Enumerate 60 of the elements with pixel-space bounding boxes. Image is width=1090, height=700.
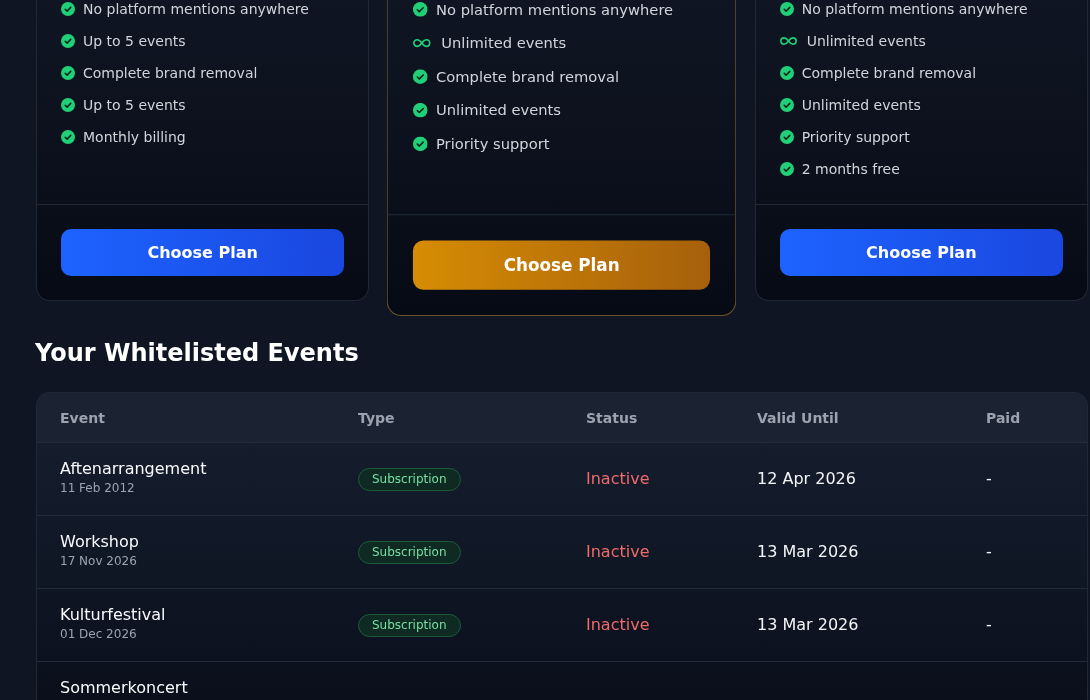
feature-text: Complete brand removal xyxy=(83,64,258,82)
feature-text: No platform mentions anywhere xyxy=(83,0,309,18)
status-text: Inactive xyxy=(586,469,650,489)
check-icon xyxy=(61,130,75,144)
infinity-icon xyxy=(779,36,797,46)
check-icon xyxy=(61,2,75,16)
check-icon xyxy=(779,130,794,144)
paid-value: - xyxy=(986,615,992,635)
event-date: 11 Feb 2012 xyxy=(60,481,135,496)
type-badge: Subscription xyxy=(358,613,461,637)
check-icon xyxy=(413,69,428,84)
valid-until-date: 13 Mar 2026 xyxy=(757,615,859,635)
valid-until-date: 13 Mar 2026 xyxy=(757,542,859,562)
column-header: Type xyxy=(358,408,395,427)
feature-text: Monthly billing xyxy=(83,128,186,146)
check-icon xyxy=(779,98,794,112)
status-text: Inactive xyxy=(586,615,650,635)
check-icon xyxy=(413,102,428,118)
paid-value: - xyxy=(986,469,992,489)
type-badge: Subscription xyxy=(358,467,461,491)
feature-text: No platform mentions anywhere xyxy=(801,0,1028,18)
column-header: Status xyxy=(586,408,638,427)
event-name: Aftenarrangement xyxy=(60,459,207,479)
column-header: Valid Until xyxy=(757,408,839,427)
check-icon xyxy=(779,2,794,16)
feature-text: Up to 5 events xyxy=(83,96,186,114)
feature-text: Up to 5 events xyxy=(83,32,186,50)
check-icon xyxy=(779,162,794,176)
feature-text: Complete brand removal xyxy=(436,67,620,87)
feature-text: Unlimited events xyxy=(436,100,562,120)
check-icon xyxy=(61,66,75,80)
event-name: Workshop xyxy=(60,532,139,552)
check-icon xyxy=(61,34,75,48)
choose-plan-button[interactable]: Choose Plan xyxy=(61,229,345,276)
column-header: Paid xyxy=(986,408,1021,427)
check-icon xyxy=(413,2,428,17)
infinity-icon xyxy=(413,37,432,49)
type-badge: Subscription xyxy=(358,540,461,564)
status-text: Inactive xyxy=(586,542,650,562)
check-icon xyxy=(413,136,428,152)
section-heading: Your Whitelisted Events xyxy=(35,338,360,368)
event-name: Kulturfestival xyxy=(60,605,166,625)
check-icon xyxy=(61,98,75,112)
event-date: 01 Dec 2026 xyxy=(60,627,137,642)
feature-text: Unlimited events xyxy=(441,33,567,53)
feature-text: No platform mentions anywhere xyxy=(436,0,674,19)
check-icon xyxy=(779,66,794,80)
feature-text: Priority support xyxy=(801,128,910,146)
choose-plan-button[interactable]: Choose Plan xyxy=(413,240,711,290)
column-header: Event xyxy=(60,408,105,427)
event-name: Sommerkoncert xyxy=(60,678,188,698)
feature-text: Unlimited events xyxy=(801,96,921,114)
event-date: 17 Nov 2026 xyxy=(60,554,137,569)
feature-text: Unlimited events xyxy=(806,32,926,50)
paid-value: - xyxy=(986,542,992,562)
feature-text: Complete brand removal xyxy=(801,64,977,82)
choose-plan-button[interactable]: Choose Plan xyxy=(779,229,1063,276)
valid-until-date: 12 Apr 2026 xyxy=(757,469,856,489)
feature-text: Priority support xyxy=(436,134,550,154)
feature-text: 2 months free xyxy=(801,160,900,178)
